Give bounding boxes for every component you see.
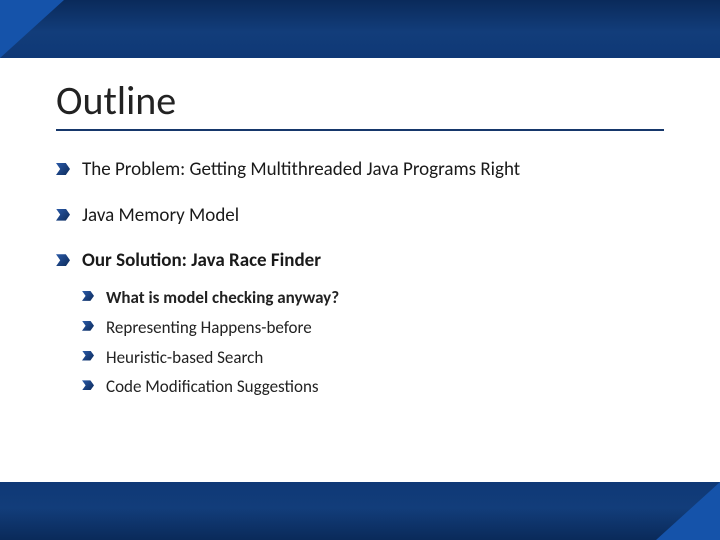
top-band (0, 0, 720, 58)
list-item: Representing Happens-before (82, 316, 664, 340)
list-item-text: Representing Happens-before (106, 317, 312, 338)
bottom-band (0, 482, 720, 540)
list-item-text: Heuristic-based Search (106, 347, 263, 368)
list-item: Java Memory Model (56, 203, 664, 229)
corner-bottom-right (656, 482, 720, 540)
list-item-text: Our Solution: Java Race Finder (82, 249, 321, 272)
list-item: Heuristic-based Search (82, 346, 664, 370)
outline-sublist: What is model checking anyway? Represent… (82, 286, 664, 399)
slide-title: Outline (56, 76, 664, 131)
list-item-text: What is model checking anyway? (106, 287, 339, 308)
outline-list: The Problem: Getting Multithreaded Java … (56, 157, 664, 399)
corner-top-left (0, 0, 64, 58)
list-item-text: The Problem: Getting Multithreaded Java … (82, 158, 520, 181)
list-item: Our Solution: Java Race Finder What is m… (56, 248, 664, 399)
list-item: The Problem: Getting Multithreaded Java … (56, 157, 664, 183)
list-item: What is model checking anyway? (82, 286, 664, 310)
list-item-text: Code Modification Suggestions (106, 376, 319, 397)
list-item: Code Modification Suggestions (82, 375, 664, 399)
list-item-text: Java Memory Model (82, 204, 239, 227)
slide-content: Outline The Problem: Getting Multithread… (0, 58, 720, 482)
